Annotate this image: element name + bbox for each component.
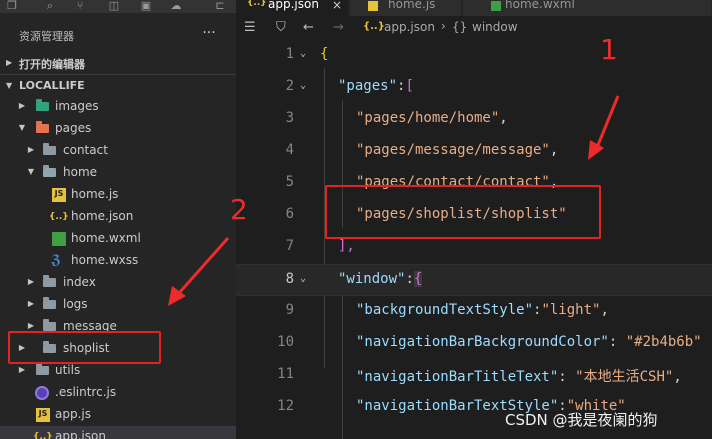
annotation-number-2: 2 xyxy=(230,193,248,226)
arrow-1-head xyxy=(588,140,604,160)
arrow-1-shaft xyxy=(594,95,620,151)
annotation-number-1: 1 xyxy=(600,33,618,66)
watermark: CSDN @我是夜阑的狗 xyxy=(505,411,658,429)
arrow-2-shaft xyxy=(178,237,230,293)
